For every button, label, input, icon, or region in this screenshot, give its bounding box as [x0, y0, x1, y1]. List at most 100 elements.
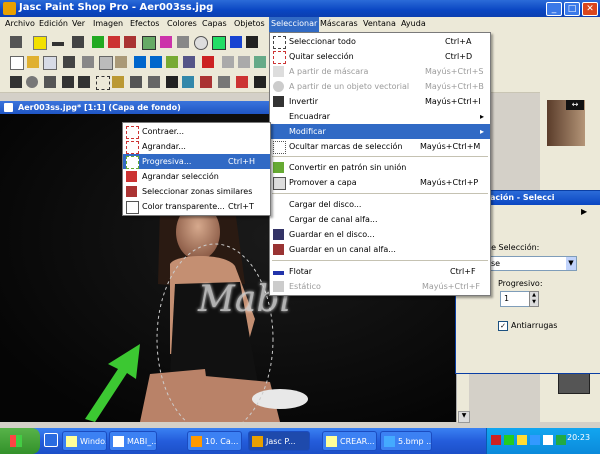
- menu-objetos[interactable]: Objetos: [232, 17, 267, 32]
- menu-item-promote-layer[interactable]: Promover a capa Mayús+Ctrl+P: [270, 175, 490, 190]
- clone-icon[interactable]: [182, 76, 194, 88]
- tray-app-icon[interactable]: [517, 435, 527, 445]
- maximize-button[interactable]: □: [564, 2, 580, 16]
- open-folder-icon[interactable]: [27, 56, 39, 68]
- pointer-icon[interactable]: [10, 76, 22, 88]
- task-ca[interactable]: 10. Ca...: [187, 431, 242, 451]
- tray-app-icon[interactable]: [491, 435, 501, 445]
- copy-icon[interactable]: [99, 56, 113, 70]
- feather-stepper[interactable]: ▲ ▼: [529, 291, 539, 307]
- redo-icon[interactable]: [150, 56, 162, 68]
- menu-seleccionar[interactable]: Seleccionar: [269, 17, 320, 32]
- menu-archivo[interactable]: Archivo: [3, 17, 37, 32]
- menu-item-save-alpha[interactable]: Guardar en un canal alfa...: [270, 242, 490, 257]
- layers-icon[interactable]: [92, 36, 104, 48]
- paste-icon[interactable]: [115, 56, 127, 68]
- task-bmp[interactable]: 5.bmp ...: [380, 431, 432, 451]
- line-icon[interactable]: [52, 42, 64, 46]
- menu-item-contract[interactable]: Contraer...: [123, 124, 270, 139]
- menu-item-feather[interactable]: Progresiva... Ctrl+H: [123, 154, 270, 169]
- menu-ayuda[interactable]: Ayuda: [399, 17, 428, 32]
- feather-input[interactable]: 1: [500, 291, 530, 307]
- print-icon[interactable]: [63, 56, 75, 68]
- camera-icon[interactable]: [183, 56, 195, 68]
- close-button[interactable]: ✕: [582, 2, 598, 16]
- menu-efectos[interactable]: Efectos: [128, 17, 161, 32]
- yellow-rect-icon[interactable]: [33, 36, 47, 50]
- menu-item-from-vector[interactable]: A partir de un objeto vectorial Mayús+Ct…: [270, 79, 490, 94]
- dropper-icon[interactable]: [148, 76, 160, 88]
- scissors-icon[interactable]: [82, 56, 94, 68]
- new-file-icon[interactable]: [10, 56, 24, 70]
- menu-item-select-similar[interactable]: Seleccionar zonas similares: [123, 184, 270, 199]
- quicklaunch-ie-icon[interactable]: [44, 433, 58, 447]
- menu-item-hide-marquee[interactable]: Ocultar marcas de selección Mayús+Ctrl+M: [270, 139, 490, 154]
- frame-icon[interactable]: [108, 36, 120, 48]
- scroll-down-button[interactable]: ▼: [458, 411, 470, 423]
- menu-colores[interactable]: Colores: [165, 17, 199, 32]
- crop-icon[interactable]: [62, 76, 74, 88]
- swap-colors-icon[interactable]: ↔: [566, 100, 584, 110]
- monitor-icon[interactable]: [254, 56, 266, 68]
- menu-item-from-mask[interactable]: A partir de máscara Mayús+Ctrl+S: [270, 64, 490, 79]
- menu-item-float[interactable]: Flotar Ctrl+F: [270, 264, 490, 279]
- menu-ventana[interactable]: Ventana: [361, 17, 398, 32]
- undo-icon[interactable]: [134, 56, 146, 68]
- retouch-icon[interactable]: [218, 76, 230, 88]
- tray-app-icon[interactable]: [530, 435, 540, 445]
- volume-icon[interactable]: [543, 435, 553, 445]
- menu-item-load-disk[interactable]: Cargar del disco...: [270, 197, 490, 212]
- black-square-icon[interactable]: [246, 36, 258, 48]
- menu-item-modificar[interactable]: Modificar ▸: [270, 124, 490, 139]
- network-icon[interactable]: [556, 435, 566, 445]
- minimize-button[interactable]: _: [546, 2, 562, 16]
- menu-capas[interactable]: Capas: [200, 17, 229, 32]
- task-mabi[interactable]: MABI_...: [109, 431, 157, 451]
- menu-item-grow-selection[interactable]: Agrandar selección: [123, 169, 270, 184]
- menu-item-expand[interactable]: Agrandar...: [123, 139, 270, 154]
- menu-item-deselect[interactable]: Quitar selección Ctrl+D: [270, 49, 490, 64]
- texture-swatch[interactable]: [558, 372, 590, 394]
- antialias-checkbox[interactable]: ✓: [498, 321, 508, 331]
- menu-ver[interactable]: Ver: [70, 17, 87, 32]
- menu-item-seamless-pattern[interactable]: Convertir en patrón sin unión: [270, 160, 490, 175]
- move-icon[interactable]: [78, 76, 90, 88]
- zoom-out-icon[interactable]: [238, 56, 250, 68]
- menu-imagen[interactable]: Imagen: [91, 17, 125, 32]
- menu-edicion[interactable]: Edición: [37, 17, 70, 32]
- save-icon[interactable]: [43, 56, 57, 70]
- menu-item-load-alpha[interactable]: Cargar de canal alfa...: [270, 212, 490, 227]
- revert-icon[interactable]: [166, 56, 178, 68]
- menu-item-select-all[interactable]: Seleccionar todo Ctrl+A: [270, 34, 490, 49]
- zoom-in-icon[interactable]: [222, 56, 234, 68]
- effect-red-icon[interactable]: [202, 56, 214, 68]
- effects-icon[interactable]: [142, 36, 156, 50]
- globe-icon[interactable]: [194, 36, 208, 50]
- selection-icon[interactable]: [96, 76, 110, 90]
- green-tool-icon[interactable]: [212, 36, 226, 50]
- chevron-down-icon[interactable]: ▼: [566, 257, 576, 270]
- grayscale-icon[interactable]: [177, 36, 189, 48]
- color-icon[interactable]: [160, 36, 172, 48]
- menu-item-color-transparent[interactable]: Color transparente... Ctrl+T: [123, 199, 270, 214]
- lasso-icon[interactable]: [112, 76, 124, 88]
- eraser-icon[interactable]: [236, 76, 248, 88]
- menu-item-invert[interactable]: Invertir Mayús+Ctrl+I: [270, 94, 490, 109]
- menu-item-encuadrar[interactable]: Encuadrar ▸: [270, 109, 490, 124]
- task-jasc[interactable]: Jasc P...: [248, 431, 310, 451]
- menu-mascaras[interactable]: Máscaras: [318, 17, 360, 32]
- brush-icon[interactable]: [72, 36, 84, 48]
- deform-icon[interactable]: [44, 76, 56, 88]
- scratch-remover-icon[interactable]: [200, 76, 212, 88]
- paintbrush-icon[interactable]: [166, 76, 178, 88]
- selection-type-select[interactable]: se ▼: [487, 256, 577, 271]
- dialog-arrow-icon[interactable]: ▶: [581, 207, 591, 217]
- menu-item-defloat[interactable]: Estático Mayús+Ctrl+F: [270, 279, 490, 294]
- start-button[interactable]: [0, 428, 40, 454]
- blue-square-icon[interactable]: [230, 36, 242, 48]
- task-windows[interactable]: Windo...: [62, 431, 107, 451]
- picture-frame-icon[interactable]: [124, 36, 136, 48]
- task-crear[interactable]: CREAR...: [322, 431, 377, 451]
- picture-tube-icon[interactable]: [254, 76, 266, 88]
- wand-icon[interactable]: [130, 76, 142, 88]
